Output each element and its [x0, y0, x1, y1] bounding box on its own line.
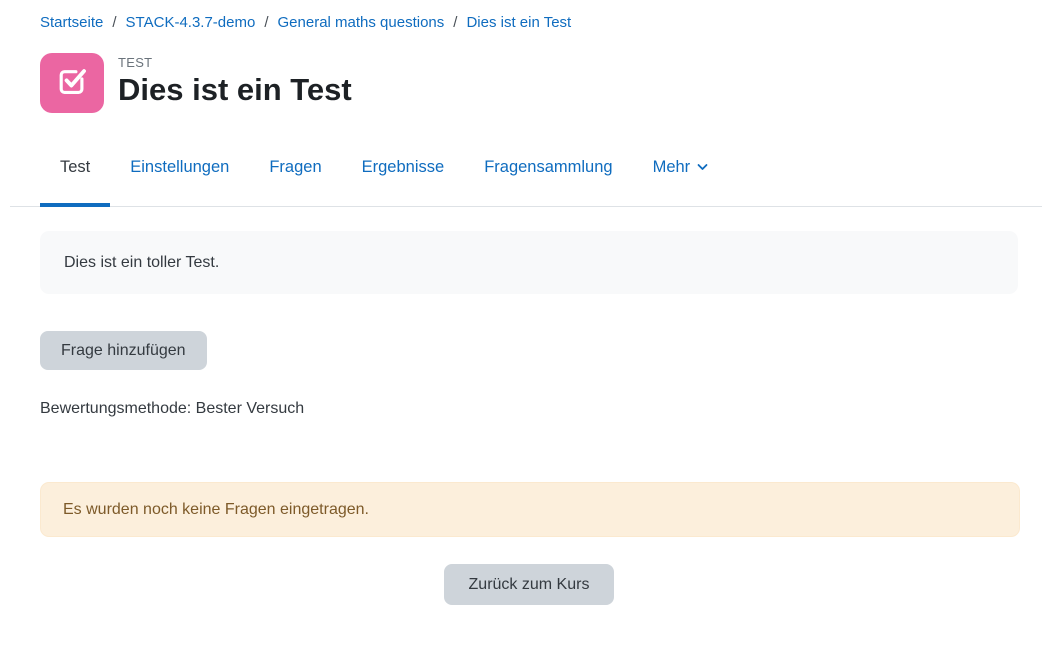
- back-to-course-button[interactable]: Zurück zum Kurs: [444, 564, 615, 605]
- back-button-row: Zurück zum Kurs: [40, 564, 1018, 605]
- activity-type-label: TEST: [118, 55, 352, 70]
- quiz-description-box: Dies ist ein toller Test.: [40, 231, 1018, 294]
- tab-einstellungen[interactable]: Einstellungen: [110, 141, 249, 206]
- tab-fragen[interactable]: Fragen: [249, 141, 341, 206]
- breadcrumb-link-section[interactable]: General maths questions: [278, 14, 445, 31]
- breadcrumb-separator: /: [264, 14, 268, 31]
- quiz-activity-icon: [40, 53, 104, 113]
- page-title: Dies ist ein Test: [118, 72, 352, 108]
- grading-method-text: Bewertungsmethode: Bester Versuch: [40, 399, 1018, 418]
- tab-mehr[interactable]: Mehr: [633, 141, 729, 206]
- tab-mehr-label: Mehr: [653, 157, 691, 177]
- page-header: TEST Dies ist ein Test: [40, 53, 1012, 113]
- breadcrumb-separator: /: [453, 14, 457, 31]
- breadcrumb-separator: /: [112, 14, 116, 31]
- add-question-button[interactable]: Frage hinzufügen: [40, 331, 207, 370]
- no-questions-warning: Es wurden noch keine Fragen eingetragen.: [40, 482, 1020, 537]
- quiz-description-text: Dies ist ein toller Test.: [64, 254, 219, 271]
- main-content: Dies ist ein toller Test. Frage hinzufüg…: [40, 231, 1018, 605]
- chevron-down-icon: [697, 163, 708, 171]
- header-text: TEST Dies ist ein Test: [118, 53, 352, 108]
- no-questions-warning-text: Es wurden noch keine Fragen eingetragen.: [63, 501, 369, 518]
- tab-fragensammlung[interactable]: Fragensammlung: [464, 141, 632, 206]
- quiz-checkbox-icon: [54, 63, 90, 104]
- breadcrumb-link-course[interactable]: STACK-4.3.7-demo: [126, 14, 256, 31]
- breadcrumb-link-current[interactable]: Dies ist ein Test: [466, 14, 571, 31]
- tab-test[interactable]: Test: [40, 141, 110, 206]
- breadcrumb: Startseite / STACK-4.3.7-demo / General math…: [0, 0, 1052, 32]
- breadcrumb-link-startseite[interactable]: Startseite: [40, 14, 103, 31]
- tab-ergebnisse[interactable]: Ergebnisse: [342, 141, 465, 206]
- tab-bar: Test Einstellungen Fragen Ergebnisse Fra…: [10, 141, 1042, 207]
